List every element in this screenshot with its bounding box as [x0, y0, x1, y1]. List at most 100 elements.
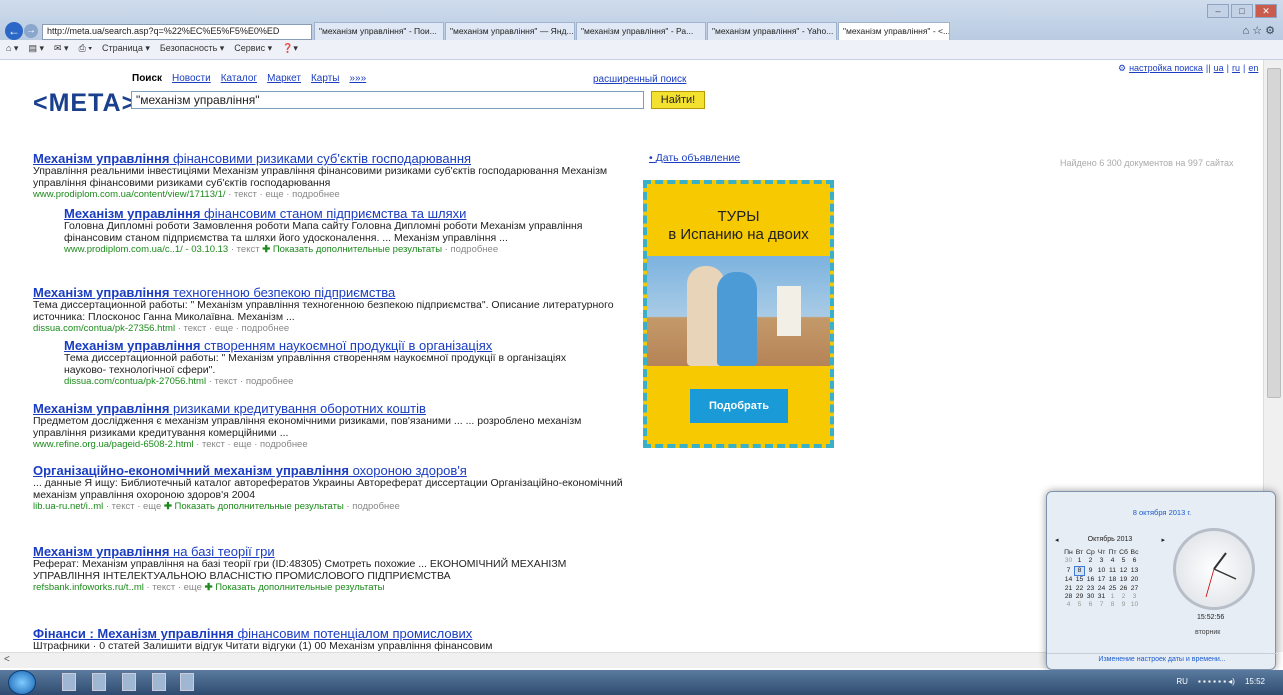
result-title[interactable]: Механізм управління фінансовим станом пі… — [64, 206, 584, 221]
tab-rambler[interactable]: "механізм управління" - Ра... — [576, 22, 706, 40]
result-title[interactable]: Механізм управління техногенною безпекою… — [33, 285, 633, 300]
result-title[interactable]: Організаційно-економічний механізм управ… — [33, 463, 633, 478]
next-month-icon[interactable]: ▸ — [1161, 536, 1165, 544]
result-title[interactable]: Механізм управління ризиками кредитуванн… — [33, 401, 633, 416]
search-button[interactable]: Найти! — [651, 91, 705, 109]
result-snippet: Тема диссертационной работы: " Механізм … — [64, 352, 567, 376]
result-item: Механізм управління ризиками кредитуванн… — [33, 401, 633, 451]
tab-strip: "механізм управління" - Пои... "механізм… — [314, 22, 951, 40]
search-input[interactable] — [131, 91, 644, 109]
tray-icons[interactable]: ▪ ▪ ▪ ▪ ▪ ▪ ◂) — [1198, 677, 1235, 686]
home-icon[interactable]: ⌂ ▾ — [6, 43, 18, 56]
results-count: Найдено 6 300 документов на 997 сайтах — [1060, 158, 1234, 168]
windmill-icon — [777, 286, 801, 336]
nav-more[interactable]: »»» — [349, 73, 366, 84]
result-url[interactable]: lib.ua-ru.net/i..ml · текст · еще ✚ Пока… — [33, 501, 633, 513]
result-url[interactable]: www.refine.org.ua/pageid-6508-2.html · т… — [33, 439, 633, 451]
close-icon[interactable]: ✕ — [1255, 4, 1277, 18]
result-title[interactable]: Механізм управління створенням наукоємно… — [64, 338, 584, 353]
result-title[interactable]: Механізм управління на базі теорії гри — [33, 544, 633, 559]
ad-photo — [647, 256, 830, 366]
result-snippet: ... данные Я ищу: Библиотечный каталог а… — [33, 477, 623, 501]
result-item: Механізм управління фінансовим станом пі… — [64, 206, 584, 256]
nav-news[interactable]: Новости — [172, 73, 211, 84]
result-snippet: Тема диссертационной работы: " Механізм … — [33, 299, 614, 323]
change-datetime-link[interactable]: Изменение настроек даты и времени... — [1047, 653, 1277, 663]
word-taskbar-icon[interactable] — [180, 673, 194, 691]
scroll-left-icon[interactable]: < — [4, 654, 10, 665]
search-settings: ⚙ настройка поиска || ua | ru | en — [1118, 63, 1258, 74]
mail-icon[interactable]: ✉ ▾ — [54, 43, 69, 56]
taskbar: RU ▪ ▪ ▪ ▪ ▪ ▪ ◂) 15:52 — [0, 670, 1283, 695]
tab-yandex[interactable]: "механізм управління" — Янд... — [445, 22, 575, 40]
app-taskbar-icon[interactable] — [152, 673, 166, 691]
result-url[interactable]: dissua.com/contua/pk-27356.html · текст … — [33, 323, 633, 335]
media-taskbar-icon[interactable] — [122, 673, 136, 691]
calendar-date-link[interactable]: 8 октября 2013 г. — [1047, 508, 1277, 517]
ad-title: ТУРЫ в Испанию на двоих — [668, 208, 809, 243]
lang-ua[interactable]: ua — [1214, 63, 1224, 74]
tab-yahoo[interactable]: "механізм управління" - Yaho... — [707, 22, 837, 40]
prev-month-icon[interactable]: ◂ — [1055, 536, 1059, 544]
separator: | — [1226, 63, 1229, 73]
lang-en[interactable]: en — [1248, 63, 1258, 74]
result-item: Механізм управління техногенною безпекою… — [33, 285, 633, 335]
forward-button[interactable]: → — [24, 24, 38, 38]
calendar-popup: 8 октября 2013 г. ◂ Октябрь 2013 ▸ Пн Вт С… — [1046, 491, 1277, 670]
menu-security[interactable]: Безопасность ▾ — [160, 43, 224, 56]
explorer-taskbar-icon[interactable] — [92, 673, 106, 691]
minimize-icon[interactable]: – — [1207, 4, 1229, 18]
plus-icon: ✚ — [163, 501, 172, 512]
result-title[interactable]: Фінанси : Механізм управління фінансовим… — [33, 626, 633, 641]
home-star-gear-icons[interactable]: ⌂ ☆ ⚙ — [1243, 24, 1275, 37]
plus-icon: ✚ — [262, 244, 271, 255]
result-url[interactable]: refsbank.infoworks.ru/t..ml · текст · ещ… — [33, 582, 633, 594]
tab-google[interactable]: "механізм управління" - Пои... — [314, 22, 444, 40]
result-url[interactable]: www.prodiplom.com.ua/content/view/17113/… — [33, 189, 633, 201]
menu-page[interactable]: Страница ▾ — [102, 43, 150, 56]
result-snippet: Головна Дипломні роботи Замовлення робот… — [64, 220, 583, 244]
start-button[interactable] — [8, 670, 36, 695]
ad-choose-button[interactable]: Подобрать — [690, 389, 788, 423]
nav-maps[interactable]: Карты — [311, 73, 340, 84]
ad-banner[interactable]: ТУРЫ в Испанию на двоих Подобрать — [643, 180, 834, 448]
meta-logo[interactable]: <META> — [33, 89, 137, 118]
back-button[interactable]: ← — [5, 22, 23, 40]
nav-catalog[interactable]: Каталог — [221, 73, 257, 84]
result-snippet: Управління реальними інвестиціями Механі… — [33, 165, 608, 189]
settings-link[interactable]: настройка поиска — [1129, 63, 1203, 74]
separator: | — [1242, 63, 1246, 73]
analog-clock — [1173, 528, 1255, 610]
result-url[interactable]: dissua.com/contua/pk-27056.html · текст … — [64, 376, 584, 388]
calendar-grid[interactable]: Пн Вт Ср Чт Пт Сб Вс 30 1 2 3 4 5 6 7 8 9 10 11 12 13 14 15… — [1063, 549, 1140, 610]
result-title[interactable]: Механізм управління фінансовими ризиками… — [33, 151, 633, 166]
scroll-thumb[interactable] — [1267, 68, 1281, 398]
tab-meta[interactable]: "механізм управління" - <... — [838, 22, 950, 40]
nav-market[interactable]: Маркет — [267, 73, 301, 84]
result-item: Механізм управління створенням наукоємно… — [64, 338, 584, 388]
address-bar[interactable]: http://meta.ua/search.asp?q=%22%EC%E5%F5… — [42, 24, 312, 40]
nav-search[interactable]: Поиск — [132, 73, 162, 84]
feed-icon[interactable]: ▤ ▾ — [28, 43, 44, 56]
plus-icon: ✚ — [204, 582, 213, 593]
lang-ru[interactable]: ru — [1232, 63, 1240, 74]
settings-icon[interactable]: ⚙ — [1118, 63, 1126, 74]
tray-clock[interactable]: 15:52 — [1245, 677, 1265, 686]
ad-person — [717, 272, 757, 366]
system-tray: RU ▪ ▪ ▪ ▪ ▪ ▪ ◂) 15:52 — [1176, 677, 1265, 686]
month-label[interactable]: Октябрь 2013 — [1088, 536, 1133, 544]
help-icon[interactable]: ❓▾ — [282, 43, 298, 56]
result-item: Фінанси : Механізм управління фінансовим… — [33, 626, 633, 652]
menu-tools[interactable]: Сервис ▾ — [234, 43, 272, 56]
result-url[interactable]: www.prodiplom.com.ua/c..1/ - 03.10.13 · … — [64, 244, 584, 256]
post-ad-link[interactable]: • Дать объявление — [649, 152, 740, 164]
ie-taskbar-icon[interactable] — [62, 673, 76, 691]
language-indicator[interactable]: RU — [1176, 677, 1188, 686]
advanced-search-link[interactable]: расширенный поиск — [593, 74, 686, 85]
browser-titlebar: ← → http://meta.ua/search.asp?q=%22%EC%E… — [0, 0, 1283, 40]
maximize-icon[interactable]: □ — [1231, 4, 1253, 18]
calendar-month-nav: ◂ Октябрь 2013 ▸ — [1055, 536, 1165, 544]
separator: || — [1205, 63, 1211, 73]
print-icon[interactable]: ⎙ ▾ — [79, 43, 92, 56]
result-snippet: Реферат: Механізм управління на базі тео… — [33, 558, 567, 582]
